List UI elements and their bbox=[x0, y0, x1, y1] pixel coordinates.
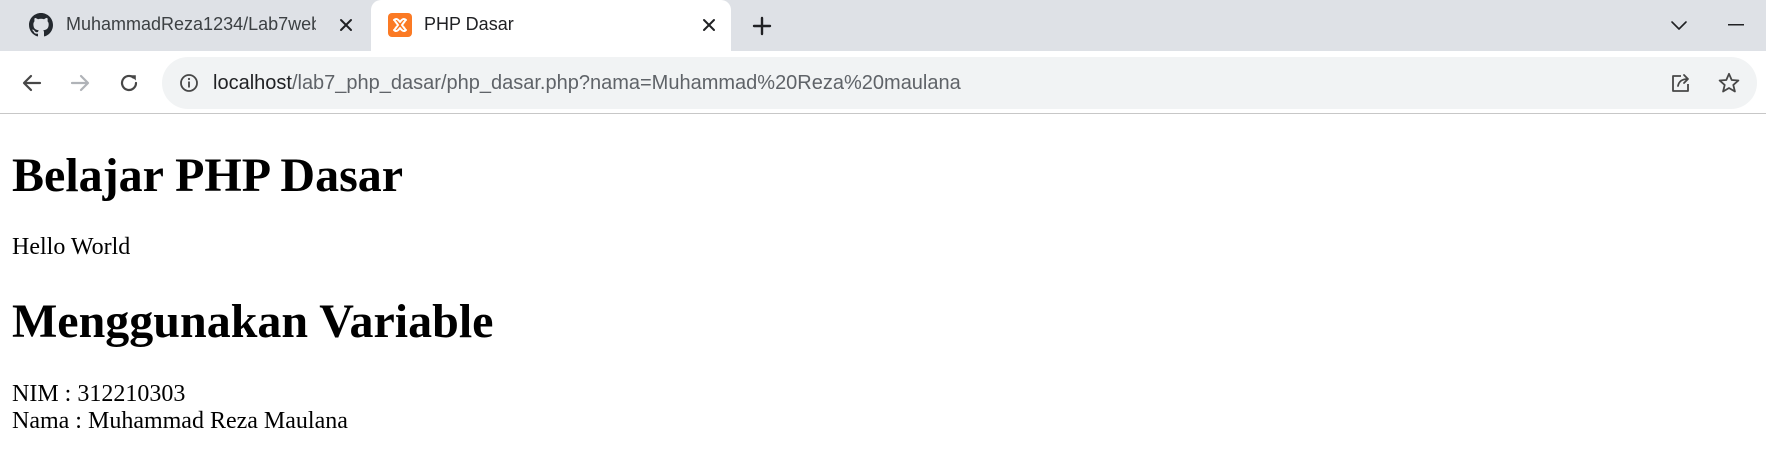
hello-text: Hello World bbox=[12, 234, 131, 260]
url-host: localhost bbox=[213, 72, 292, 94]
share-icon[interactable] bbox=[1667, 69, 1695, 97]
tab-title: MuhammadReza1234/Lab7web bbox=[66, 14, 316, 34]
url-path: /lab7_php_dasar/php_dasar.php?nama=Muham… bbox=[291, 72, 961, 94]
nim-line: NIM : 312210303 bbox=[12, 381, 186, 407]
new-tab-plus-icon[interactable] bbox=[747, 11, 777, 41]
reload-icon[interactable] bbox=[112, 66, 146, 100]
url-text[interactable]: localhost/lab7_php_dasar/php_dasar.php?n… bbox=[213, 72, 961, 95]
back-arrow-icon[interactable] bbox=[15, 66, 49, 100]
tab-strip: MuhammadReza1234/Lab7web PHP Dasar bbox=[0, 0, 1766, 51]
minimize-window-icon[interactable] bbox=[1716, 10, 1756, 40]
star-icon[interactable] bbox=[1715, 69, 1743, 97]
chevron-down-icon[interactable] bbox=[1664, 10, 1694, 40]
browser-toolbar: localhost/lab7_php_dasar/php_dasar.php?n… bbox=[0, 51, 1766, 114]
tab-title: PHP Dasar bbox=[424, 14, 514, 34]
xampp-icon bbox=[388, 13, 412, 37]
tab-php-dasar[interactable]: PHP Dasar bbox=[371, 0, 731, 51]
github-icon bbox=[29, 13, 53, 37]
close-tab-icon[interactable] bbox=[697, 13, 721, 37]
nama-line: Nama : Muhammad Reza Maulana bbox=[12, 408, 348, 434]
page-heading-belajar: Belajar PHP Dasar bbox=[12, 149, 404, 202]
address-bar[interactable]: localhost/lab7_php_dasar/php_dasar.php?n… bbox=[162, 57, 1757, 109]
info-icon[interactable] bbox=[177, 71, 201, 95]
page-content: Belajar PHP Dasar Hello World Menggunaka… bbox=[0, 114, 1766, 450]
tab-github[interactable]: MuhammadReza1234/Lab7web bbox=[12, 0, 368, 51]
close-tab-icon[interactable] bbox=[334, 13, 358, 37]
page-heading-variable: Menggunakan Variable bbox=[12, 295, 494, 348]
forward-arrow-icon[interactable] bbox=[63, 66, 97, 100]
